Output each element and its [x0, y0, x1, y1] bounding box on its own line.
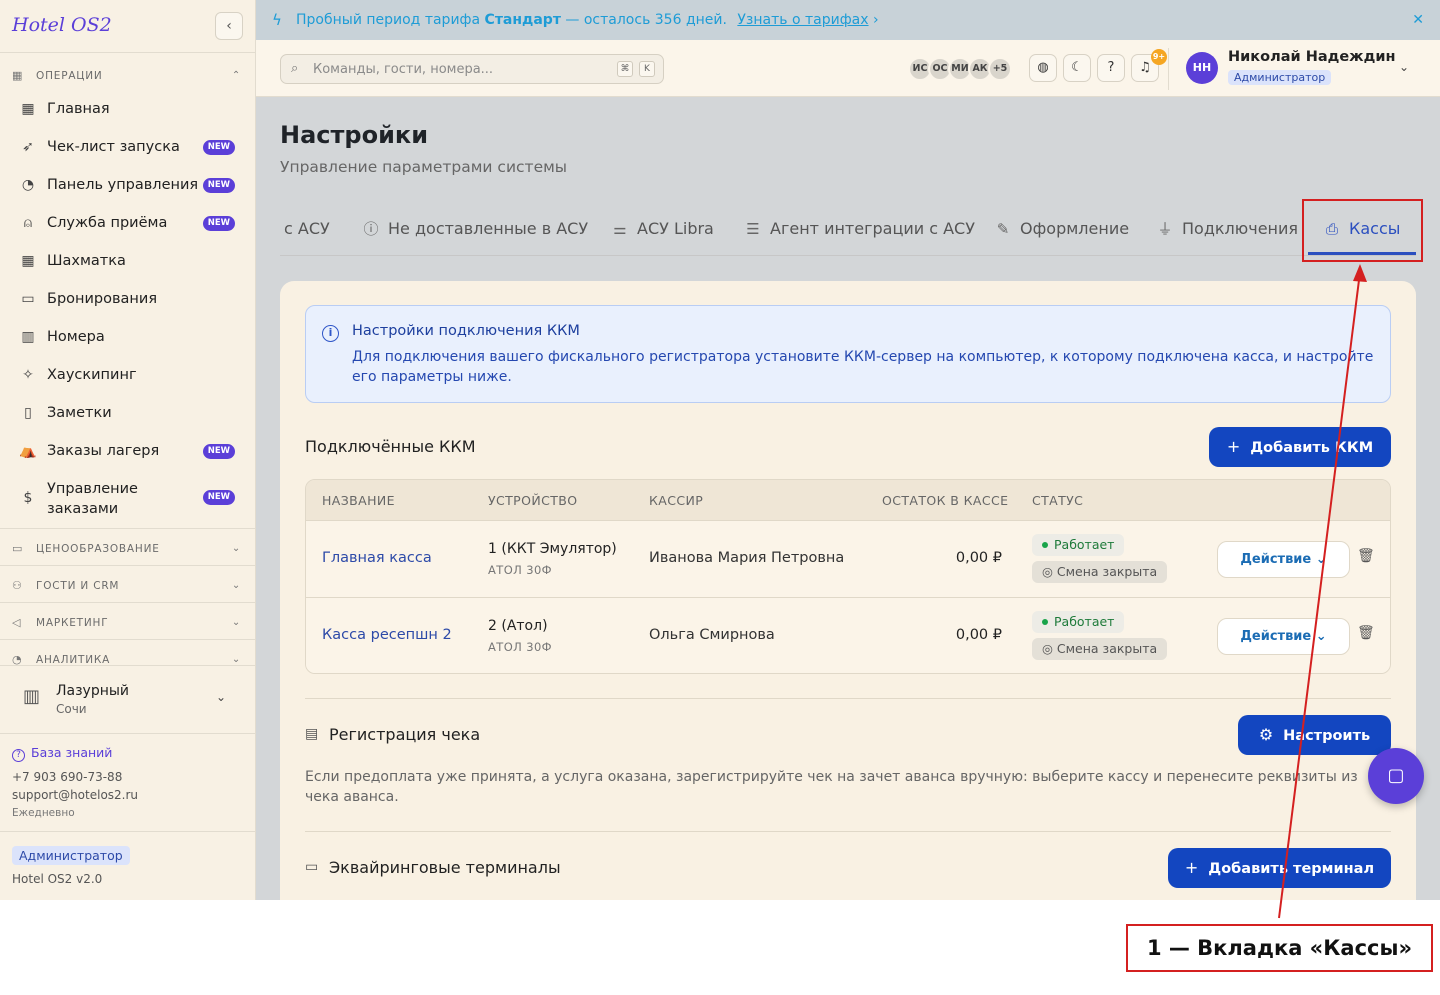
arrow-head: [1353, 264, 1367, 282]
annotation-callout: 1 — Вкладка «Кассы»: [1126, 924, 1433, 972]
arrow-line: [1278, 271, 1361, 919]
annotation-arrow: [1278, 264, 1367, 919]
